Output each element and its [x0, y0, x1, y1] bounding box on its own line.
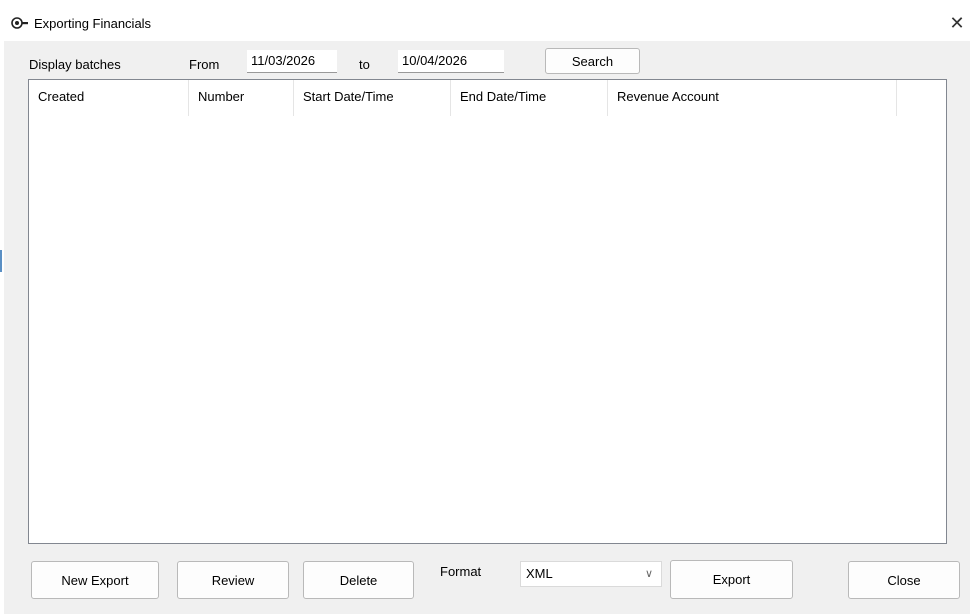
from-date-field[interactable]: 11/03/2026: [247, 50, 337, 73]
close-window-icon[interactable]: ✕: [944, 11, 970, 35]
window-title: Exporting Financials: [34, 16, 152, 31]
column-header-number[interactable]: Number: [189, 80, 294, 116]
close-button[interactable]: Close: [848, 561, 960, 599]
new-export-button[interactable]: New Export: [31, 561, 159, 599]
search-button[interactable]: Search: [545, 48, 640, 74]
background-artifact: [0, 250, 2, 272]
review-button[interactable]: Review: [177, 561, 289, 599]
column-header-created[interactable]: Created: [29, 80, 189, 116]
from-label: From: [189, 57, 220, 72]
dialog-body: Display batches From 11/03/2026 to 10/04…: [4, 41, 970, 614]
format-select[interactable]: XML ∨: [520, 561, 662, 587]
chevron-down-icon: ∨: [644, 568, 653, 580]
column-header-end-date-time[interactable]: End Date/Time: [451, 80, 608, 116]
delete-button[interactable]: Delete: [303, 561, 414, 599]
format-label: Format: [440, 564, 482, 579]
export-button[interactable]: Export: [670, 560, 793, 599]
column-header-filler: [897, 80, 946, 116]
to-label: to: [359, 57, 370, 72]
app-icon: [11, 16, 29, 30]
list-header: Created Number Start Date/Time End Date/…: [29, 80, 946, 116]
column-header-start-date-time[interactable]: Start Date/Time: [294, 80, 451, 116]
title-bar: Exporting Financials ✕: [4, 5, 970, 41]
to-date-field[interactable]: 10/04/2026: [398, 50, 504, 73]
display-batches-label: Display batches: [29, 57, 121, 72]
column-header-revenue-account[interactable]: Revenue Account: [608, 80, 897, 116]
exporting-financials-window: Exporting Financials ✕ Display batches F…: [4, 5, 970, 614]
batches-list[interactable]: Created Number Start Date/Time End Date/…: [28, 79, 947, 544]
format-select-value: XML: [526, 566, 553, 581]
